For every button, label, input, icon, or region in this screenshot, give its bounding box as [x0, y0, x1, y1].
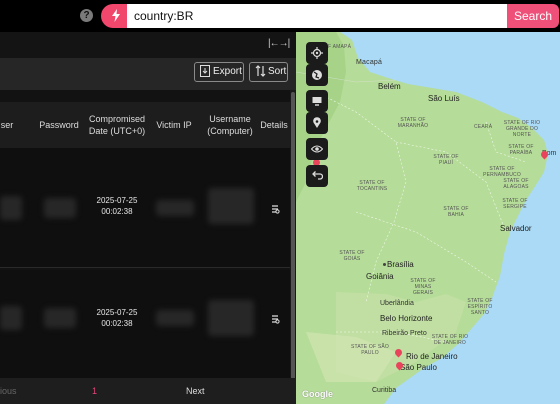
- map-label-bahia: STATE OF BAHIA: [443, 206, 469, 218]
- map-label-ceara: CEARÁ: [474, 124, 493, 130]
- redacted-password: [44, 308, 76, 328]
- table-row[interactable]: 2025-07-25 00:02:38: [0, 270, 290, 378]
- top-bar: ? Search: [0, 0, 560, 32]
- collapse-panel-icon[interactable]: |←→|: [268, 38, 290, 49]
- map-label-piaui: STATE OF PIAUÍ: [433, 154, 459, 166]
- table-row[interactable]: 2025-07-25 00:02:38: [0, 148, 290, 268]
- city-belo-horizonte: Belo Horizonte: [380, 314, 433, 323]
- locate-button[interactable]: [306, 42, 328, 64]
- map-view[interactable]: STATE OF AMAPÁ Macapá Belém São Luís STA…: [296, 32, 560, 404]
- search-bar: Search: [101, 4, 559, 28]
- next-page-button[interactable]: Next: [186, 386, 205, 396]
- map-label-espirito-santo: STATE OF ESPÍRITO SANTO: [467, 298, 493, 316]
- results-panel: |←→| Export Sort ser Password Compromise…: [0, 32, 296, 404]
- previous-page-button[interactable]: ious: [0, 386, 17, 396]
- google-attribution: Google: [302, 389, 333, 399]
- map-label-tocantins: STATE OF TOCANTINS: [356, 180, 388, 192]
- city-salvador: Salvador: [500, 224, 532, 233]
- city-belem: Belém: [378, 82, 401, 91]
- map-pin-icon: [313, 117, 321, 128]
- brasilia-marker: [383, 263, 386, 266]
- map-label-sergipe: STATE OF SERGIPE: [502, 198, 528, 210]
- city-sao-paulo: São Paulo: [400, 363, 437, 372]
- map-label-goias: STATE OF GOIÁS: [339, 250, 365, 262]
- map-label-rn: STATE OF RIO GRANDE DO NORTE: [503, 120, 541, 138]
- globe-button[interactable]: [306, 64, 328, 86]
- export-label: Export: [213, 66, 242, 77]
- table-toolbar: Export Sort: [0, 58, 296, 90]
- crosshair-icon: [311, 47, 323, 59]
- table-body: 2025-07-25 00:02:38 2025-07-25 00:02:38: [0, 148, 290, 404]
- pagination: ious 1 Next: [0, 378, 296, 404]
- eye-icon: [311, 145, 323, 153]
- help-icon[interactable]: ?: [80, 9, 93, 22]
- table-header: ser Password Compromised Date (UTC+0) Vi…: [0, 102, 290, 148]
- city-sao-luis: São Luís: [428, 94, 460, 103]
- search-input[interactable]: [127, 4, 509, 28]
- redacted-password: [44, 198, 76, 218]
- sort-icon: [255, 65, 266, 77]
- sort-button[interactable]: Sort: [249, 62, 288, 82]
- city-rio-de-janeiro: Rio de Janeiro: [406, 352, 458, 361]
- redacted-user: [0, 306, 22, 330]
- layers-button[interactable]: [306, 90, 328, 112]
- sort-label: Sort: [268, 66, 287, 77]
- header-username-computer[interactable]: Username (Computer): [204, 102, 256, 148]
- lightning-icon: [112, 9, 120, 22]
- current-page-number[interactable]: 1: [92, 386, 97, 396]
- brazil-land: [296, 32, 548, 404]
- details-icon[interactable]: [270, 204, 280, 214]
- compromised-date: 2025-07-25 00:02:38: [86, 307, 148, 329]
- marker-button[interactable]: [306, 112, 328, 134]
- time-value: 00:02:38: [101, 207, 133, 216]
- redacted-victim-ip: [156, 310, 194, 326]
- visibility-button[interactable]: [306, 138, 328, 160]
- redacted-username: [208, 188, 254, 224]
- map-label-paraiba: STATE OF PARAÍBA: [508, 144, 534, 156]
- details-icon[interactable]: [270, 314, 280, 324]
- map-label-rio-de-janeiro: STATE OF RIO DE JANEIRO: [431, 334, 469, 346]
- panel-header: |←→|: [0, 32, 296, 58]
- city-uberlandia: Uberlândia: [380, 300, 414, 307]
- map-label-alagoas: STATE OF ALAGOAS: [503, 178, 529, 190]
- layers-icon: [312, 97, 322, 106]
- redacted-user: [0, 196, 22, 220]
- header-password[interactable]: Password: [36, 102, 82, 148]
- scrollbar-thumb[interactable]: [291, 92, 295, 382]
- date-value: 2025-07-25: [96, 196, 138, 205]
- time-value: 00:02:38: [101, 319, 133, 328]
- city-brasilia: Brasília: [387, 260, 414, 269]
- map-label-maranhao: STATE OF MARANHÃO: [397, 117, 429, 129]
- header-user[interactable]: ser: [0, 102, 16, 148]
- map-label-sao-paulo: STATE OF SÃO PAULO: [350, 344, 390, 356]
- header-details[interactable]: Details: [258, 102, 290, 148]
- map-label-minas-gerais: STATE OF MINAS GERAIS: [410, 278, 436, 296]
- undo-button[interactable]: [306, 165, 328, 187]
- city-macapa: Macapá: [356, 59, 383, 66]
- date-value: 2025-07-25: [96, 308, 138, 317]
- city-ribeirao-preto: Ribeirão Preto: [382, 330, 427, 337]
- export-button[interactable]: Export: [194, 62, 244, 82]
- redacted-username: [208, 300, 254, 336]
- city-goiania: Goiânia: [366, 272, 394, 281]
- export-icon: [200, 65, 210, 77]
- map-label-pernambuco: STATE OF PERNAMBUCO: [483, 166, 521, 178]
- undo-icon: [312, 171, 323, 180]
- city-curitiba: Curitiba: [372, 387, 397, 394]
- globe-icon: [312, 70, 322, 80]
- compromised-date: 2025-07-25 00:02:38: [86, 195, 148, 217]
- header-compromised-date[interactable]: Compromised Date (UTC+0): [86, 102, 148, 148]
- redacted-victim-ip: [156, 200, 194, 216]
- search-button[interactable]: Search: [507, 4, 559, 28]
- header-victim-ip[interactable]: Victim IP: [152, 102, 196, 148]
